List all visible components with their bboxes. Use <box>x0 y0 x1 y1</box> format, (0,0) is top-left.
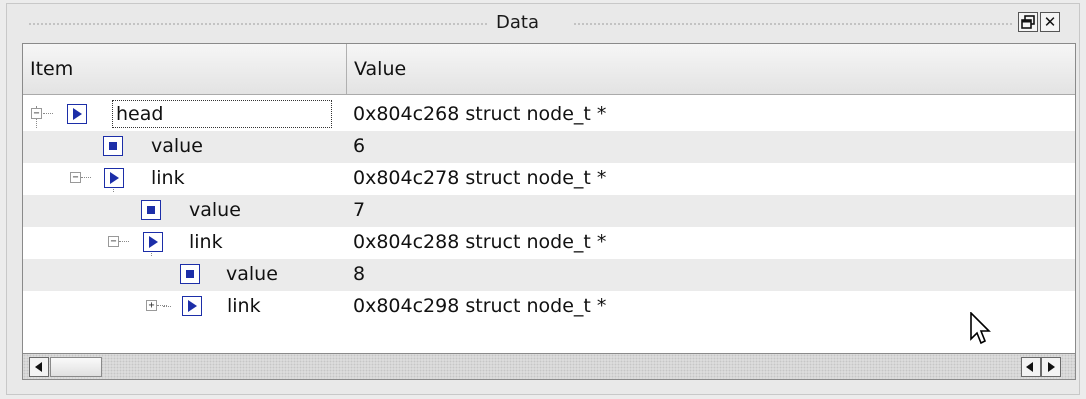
tree-row[interactable]: value 8 <box>23 259 1075 291</box>
scalar-icon <box>141 200 161 220</box>
tree-line <box>81 177 91 178</box>
close-button[interactable]: ✕ <box>1040 12 1060 32</box>
tree-item-label[interactable]: head <box>112 100 333 128</box>
tree-item-value: 6 <box>353 135 366 157</box>
tree-item-value: 0x804c268 struct node_t * <box>353 103 607 125</box>
tree-item-value: 8 <box>353 263 366 285</box>
tree-line <box>157 305 167 306</box>
scalar-icon <box>180 264 200 284</box>
tree-item-value: 0x804c278 struct node_t * <box>353 167 607 189</box>
tree-line <box>43 113 53 114</box>
pointer-icon <box>182 296 202 316</box>
tree-item-label: link <box>189 231 223 253</box>
scrollbar-thumb[interactable] <box>50 357 102 377</box>
tree-line <box>119 241 129 242</box>
data-tree-view[interactable]: Item Value − head 0x804c268 struct node_… <box>22 43 1076 354</box>
tree-item-value: 0x804c288 struct node_t * <box>353 231 607 253</box>
tree-item-label: value <box>226 263 278 285</box>
tree-item-label: value <box>151 135 203 157</box>
column-header-value[interactable]: Value <box>347 44 1075 94</box>
panel-title: Data <box>496 12 539 33</box>
tree-item-value: 0x804c298 struct node_t * <box>353 295 607 317</box>
scalar-icon <box>103 136 123 156</box>
tree-item-label: link <box>227 295 261 317</box>
pointer-icon <box>67 104 87 124</box>
scroll-right-button[interactable] <box>1041 357 1061 377</box>
column-header: Item Value <box>23 44 1075 95</box>
mouse-cursor-icon <box>970 312 991 345</box>
close-icon: ✕ <box>1043 12 1057 31</box>
tree-row[interactable]: value 7 <box>23 195 1075 227</box>
pointer-icon <box>143 232 163 252</box>
tree-item-value: 7 <box>353 199 366 221</box>
drag-grip-left[interactable] <box>28 22 488 26</box>
tree-item-label: value <box>189 199 241 221</box>
tree-item-label: link <box>151 167 185 189</box>
collapse-icon[interactable]: − <box>70 172 81 183</box>
tree-row[interactable]: − link 0x804c288 struct node_t * <box>23 227 1075 259</box>
expand-icon[interactable]: + <box>146 300 157 311</box>
tree-row[interactable]: − head 0x804c268 struct node_t * <box>23 99 1075 131</box>
panel-titlebar[interactable]: Data ✕ <box>18 10 1076 36</box>
horizontal-scrollbar[interactable] <box>22 354 1076 380</box>
scroll-left-button[interactable] <box>29 357 49 377</box>
drag-grip-right[interactable] <box>573 22 1013 26</box>
collapse-icon[interactable]: − <box>31 108 42 119</box>
tree-row[interactable]: + link 0x804c298 struct node_t * <box>23 291 1075 323</box>
column-header-item[interactable]: Item <box>23 44 347 94</box>
collapse-icon[interactable]: − <box>108 236 119 247</box>
pointer-icon <box>104 168 124 188</box>
scroll-left-button-end[interactable] <box>1021 357 1041 377</box>
tree-row[interactable]: value 6 <box>23 131 1075 163</box>
float-button[interactable] <box>1018 12 1038 32</box>
tree-row[interactable]: − link 0x804c278 struct node_t * <box>23 163 1075 195</box>
float-icon <box>1021 15 1035 29</box>
